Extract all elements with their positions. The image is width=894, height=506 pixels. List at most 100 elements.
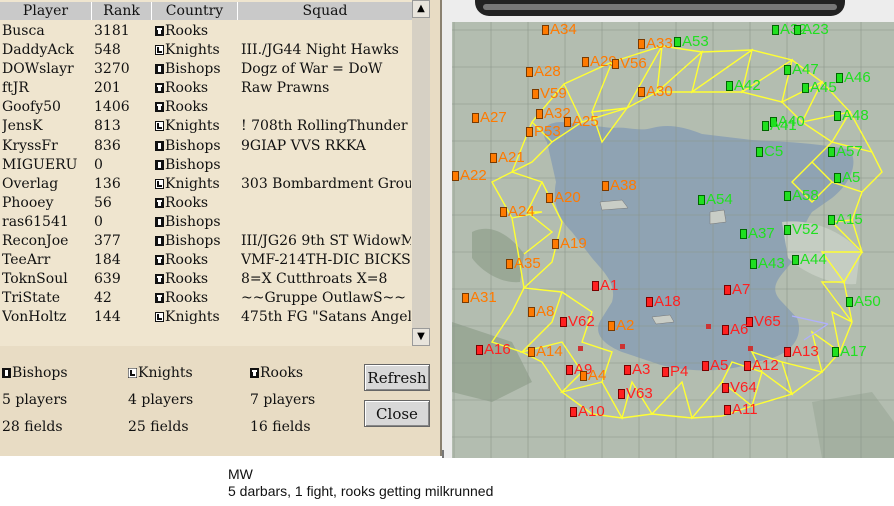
airfield-label[interactable]: A37 (740, 226, 775, 241)
table-row[interactable]: MIGUERU 0 Bishops (0, 156, 412, 175)
airfield-label[interactable]: A20 (546, 190, 581, 205)
airfield-label[interactable]: A38 (602, 178, 637, 193)
airfield-label[interactable]: A28 (526, 64, 561, 79)
airfield-label[interactable]: A5 (834, 170, 860, 185)
airfield-label[interactable]: A50 (846, 294, 881, 309)
airfield-label[interactable]: A58 (784, 188, 819, 203)
player-name: KryssFr (2, 137, 58, 154)
airfield-label[interactable]: A10 (570, 404, 605, 419)
airfield-label[interactable]: A43 (750, 256, 785, 271)
scroll-down-arrow-icon[interactable]: ▼ (412, 328, 430, 346)
airfield-label[interactable]: A12 (744, 358, 779, 373)
airfield-marker-icon (638, 87, 645, 97)
table-row[interactable]: JensK 813 Knights ! 708th RollingThunder ! (0, 117, 412, 136)
airfield-label[interactable]: A6 (722, 322, 748, 337)
airfield-label[interactable]: A11 (724, 402, 758, 417)
airfield-label[interactable]: A54 (698, 192, 733, 207)
rooks-icon (155, 197, 164, 208)
airfield-label[interactable]: A46 (836, 70, 871, 85)
airfield-label[interactable]: A35 (506, 256, 541, 271)
airfield-label[interactable]: A14 (528, 344, 563, 359)
table-row[interactable]: ToknSoul 639 Rooks 8=X Cutthroats X=8 (0, 270, 412, 289)
roster-scrollbar[interactable]: ▲ ▼ (412, 0, 430, 346)
airfield-label[interactable]: V59 (532, 86, 567, 101)
airfield-id: A43 (758, 255, 785, 272)
airfield-label[interactable]: A53 (674, 34, 709, 49)
close-button[interactable]: Close (364, 400, 430, 427)
airfield-label[interactable]: A18 (646, 294, 681, 309)
airfield-id: A23 (802, 22, 829, 38)
airfield-label[interactable]: A30 (638, 84, 673, 99)
airfield-label[interactable]: A21 (490, 150, 525, 165)
airfield-label[interactable]: A42 (726, 78, 761, 93)
column-header-squad[interactable]: Squad (238, 2, 412, 20)
airfield-id: A50 (854, 293, 881, 310)
table-row[interactable]: ras61541 0 Bishops (0, 213, 412, 232)
player-country: Knights (155, 117, 237, 136)
airfield-label[interactable]: A13 (784, 344, 819, 359)
refresh-button[interactable]: Refresh (364, 364, 430, 391)
map-title-bar[interactable] (475, 0, 845, 16)
airfield-label[interactable]: A22 (452, 168, 487, 183)
airfield-label[interactable]: A2 (608, 318, 634, 333)
country-name: Rooks (165, 80, 209, 97)
airfield-label[interactable]: C5 (756, 144, 783, 159)
airfield-label[interactable]: V64 (722, 380, 757, 395)
airfield-marker-icon (674, 37, 681, 47)
airfield-marker-icon (452, 171, 459, 181)
airfield-label[interactable]: P4 (662, 364, 688, 379)
arena-map[interactable]: A53A32A47A45A48A46A42A40A41A44C5A57A5A54… (452, 22, 894, 458)
table-row[interactable]: DOWslayr 3270 Bishops Dogz of War = DoW (0, 60, 412, 79)
airfield-label[interactable]: A7 (724, 282, 750, 297)
airfield-label[interactable]: A16 (476, 342, 511, 357)
table-row[interactable]: ftJR 201 Rooks Raw Prawns (0, 79, 412, 98)
airfield-label[interactable]: P53 (526, 124, 561, 139)
airfield-label[interactable]: A23 (794, 22, 829, 37)
airfield-label[interactable]: A15 (828, 212, 863, 227)
airfield-label[interactable]: A44 (792, 252, 827, 267)
airfield-id: A3 (632, 361, 651, 378)
airfield-label[interactable]: A47 (784, 62, 819, 77)
airfield-label[interactable]: V65 (746, 314, 781, 329)
scroll-up-arrow-icon[interactable]: ▲ (412, 0, 430, 18)
table-row[interactable]: KryssFr 836 Bishops 9GIAP VVS RKKA (0, 137, 412, 156)
airfield-label[interactable]: A19 (552, 236, 587, 251)
player-squad: VMF-214TH-DIC BICKS (241, 252, 411, 269)
airfield-label[interactable]: V63 (618, 386, 653, 401)
table-row[interactable]: Goofy50 1406 Rooks (0, 98, 412, 117)
column-header-country[interactable]: Country (152, 2, 238, 20)
airfield-label[interactable]: A45 (802, 80, 837, 95)
column-header-rank[interactable]: Rank (92, 2, 152, 20)
scroll-track[interactable] (412, 18, 430, 328)
airfield-label[interactable]: A34 (542, 22, 577, 37)
table-row[interactable]: Overlag 136 Knights 303 Bombardment Group (0, 175, 412, 194)
airfield-label[interactable]: A4 (580, 368, 606, 383)
table-row[interactable]: Phooey 56 Rooks (0, 194, 412, 213)
airfield-label[interactable]: A27 (472, 110, 507, 125)
airfield-label[interactable]: A41 (762, 118, 797, 133)
airfield-label[interactable]: A31 (462, 290, 497, 305)
table-row[interactable]: ReconJoe 377 Bishops III/JG26 9th ST WidowM… (0, 232, 412, 251)
table-row[interactable]: VonHoltz 144 Knights 475th FG "Satans Angel… (0, 308, 412, 327)
table-row[interactable]: Busca 3181 Rooks (0, 22, 412, 41)
airfield-marker-icon (756, 147, 763, 157)
table-row[interactable]: TriState 42 Rooks ~~Gruppe OutlawS~~ (0, 289, 412, 308)
table-row[interactable]: TeeArr 184 Rooks VMF-214TH-DIC BICKS (0, 251, 412, 270)
airfield-label[interactable]: A25 (564, 114, 599, 129)
airfield-label[interactable]: A33 (638, 36, 673, 51)
airfield-label[interactable]: A8 (528, 304, 554, 319)
table-row[interactable]: DaddyAck 548 Knights III./JG44 Night Hawks (0, 41, 412, 60)
airfield-label[interactable]: V52 (784, 222, 819, 237)
airfield-label[interactable]: A24 (500, 204, 535, 219)
airfield-label[interactable]: A1 (592, 278, 618, 293)
airfield-label[interactable]: A17 (832, 344, 867, 359)
airfield-label[interactable]: A3 (624, 362, 650, 377)
airfield-label[interactable]: A57 (828, 144, 863, 159)
airfield-label[interactable]: A5 (702, 358, 728, 373)
airfield-marker-icon (564, 117, 571, 127)
airfield-label[interactable]: V56 (612, 56, 647, 71)
airfield-marker-icon (724, 285, 731, 295)
airfield-label[interactable]: V62 (560, 314, 595, 329)
column-header-player[interactable]: Player (0, 2, 92, 20)
airfield-label[interactable]: A48 (834, 108, 869, 123)
